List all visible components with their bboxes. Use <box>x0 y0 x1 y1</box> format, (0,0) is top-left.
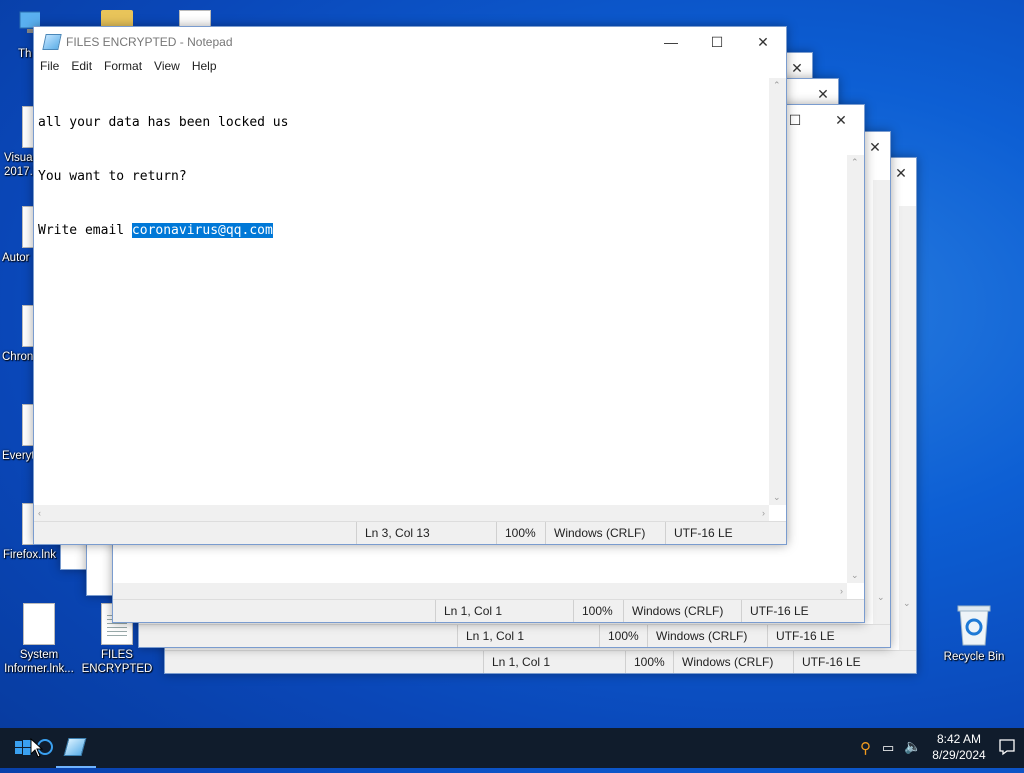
desktop-icon-label: Everyt <box>2 450 34 462</box>
desktop-icon-label: System Informer.lnk... <box>4 649 74 675</box>
text-line-3: Write email coronavirus@qq.com <box>38 222 769 240</box>
scroll-up-arrow-icon[interactable]: ⌃ <box>773 80 781 91</box>
status-eol: Windows (CRLF) <box>623 600 723 622</box>
mouse-cursor-icon <box>30 738 44 758</box>
selected-email: coronavirus@qq.com <box>131 223 273 238</box>
status-bar: Ln 1, Col 1 100% Windows (CRLF) UTF-16 L… <box>113 599 864 622</box>
vertical-scrollbar[interactable]: ⌄ <box>899 206 916 651</box>
volume-muted-icon[interactable]: 🔈 <box>904 738 921 755</box>
network-icon[interactable]: ▭ <box>882 740 894 756</box>
close-button[interactable]: ✕ <box>740 27 786 57</box>
scroll-down-arrow-icon[interactable]: ⌄ <box>773 492 781 503</box>
system-tray: ⚲ ▭ 🔈 8:42 AM 8/29/2024 <box>824 728 1024 768</box>
text-line-1: all your data has been locked us <box>38 115 289 130</box>
action-center-icon <box>999 739 1015 756</box>
close-icon: ✕ <box>895 164 907 181</box>
status-encoding: UTF-16 LE <box>767 625 835 647</box>
desktop-icon-label: Autor <box>2 252 30 264</box>
status-position: Ln 3, Col 13 <box>356 522 430 544</box>
vertical-scrollbar[interactable]: ⌄ <box>873 180 890 625</box>
notepad-window-active[interactable]: FILES ENCRYPTED - Notepad — ☐ ✕ File Edi… <box>33 26 787 545</box>
status-encoding: UTF-16 LE <box>741 600 809 622</box>
scroll-left-arrow-icon[interactable]: ‹ <box>38 508 41 518</box>
status-zoom: 100% <box>573 600 613 622</box>
process-hacker-icon[interactable]: ⚲ <box>860 739 871 757</box>
file-icon <box>23 603 55 645</box>
maximize-button[interactable]: ☐ <box>694 27 740 57</box>
close-icon: ✕ <box>817 85 829 102</box>
close-icon: ✕ <box>791 59 803 76</box>
status-position: Ln 1, Col 1 <box>435 600 502 622</box>
close-icon: ✕ <box>757 33 769 50</box>
status-bar: Ln 1, Col 1 100% Windows (CRLF) UTF-16 L… <box>165 650 916 673</box>
status-eol: Windows (CRLF) <box>673 651 773 673</box>
status-bar: Ln 1, Col 1 100% Windows (CRLF) UTF-16 L… <box>139 624 890 647</box>
vertical-scrollbar[interactable]: ⌃ ⌄ <box>847 155 864 583</box>
status-bar: Ln 3, Col 13 100% Windows (CRLF) UTF-16 … <box>34 521 786 544</box>
taskbar-notepad-button[interactable] <box>56 728 96 768</box>
notepad-icon <box>63 738 87 756</box>
title-bar[interactable]: FILES ENCRYPTED - Notepad — ☐ ✕ <box>34 27 786 57</box>
horizontal-scrollbar[interactable]: ‹ › <box>34 505 769 522</box>
desktop-icon-label: Recycle Bin <box>943 651 1005 663</box>
maximize-icon: ☐ <box>788 111 802 128</box>
desktop-icon-label: Visua 2017.l <box>4 152 34 178</box>
status-zoom: 100% <box>599 625 639 647</box>
text-line-2: You want to return? <box>38 169 187 184</box>
status-eol: Windows (CRLF) <box>647 625 747 647</box>
scroll-down-arrow-icon[interactable]: ⌄ <box>851 570 859 581</box>
text-editor[interactable]: all your data has been locked us You wan… <box>34 78 769 505</box>
menu-bar: File Edit Format View Help <box>34 57 786 76</box>
status-position: Ln 1, Col 1 <box>457 625 524 647</box>
maximize-icon: ☐ <box>710 33 724 50</box>
desktop-icon-everything[interactable]: Everyt <box>0 404 34 463</box>
desktop-icon-label: Firefox.lnk <box>3 549 57 561</box>
desktop-icon-label: FILES ENCRYPTED <box>81 649 153 675</box>
close-icon: ✕ <box>835 111 847 128</box>
status-zoom: 100% <box>625 651 665 673</box>
status-position: Ln 1, Col 1 <box>483 651 550 673</box>
menu-edit[interactable]: Edit <box>69 57 98 76</box>
status-eol: Windows (CRLF) <box>545 522 645 544</box>
desktop-icon-label: Chron <box>2 351 34 363</box>
minimize-button[interactable]: — <box>648 27 694 57</box>
desktop-icon-autoruns[interactable]: Autor <box>0 206 34 265</box>
text-line-3-prefix: Write email <box>38 223 132 238</box>
action-center-button[interactable] <box>998 738 1016 756</box>
clock-time: 8:42 AM <box>936 732 982 746</box>
scroll-down-arrow-icon[interactable]: ⌄ <box>877 592 885 603</box>
close-button[interactable]: ✕ <box>818 105 864 135</box>
minimize-icon: — <box>664 34 678 50</box>
horizontal-scrollbar[interactable]: › <box>113 583 847 600</box>
menu-format[interactable]: Format <box>102 57 148 76</box>
desktop-icon-system-informer[interactable]: System Informer.lnk... <box>2 603 76 676</box>
scroll-up-arrow-icon[interactable]: ⌃ <box>851 157 859 168</box>
scroll-right-arrow-icon[interactable]: › <box>762 508 765 518</box>
menu-view[interactable]: View <box>152 57 186 76</box>
status-encoding: UTF-16 LE <box>793 651 861 673</box>
clock[interactable]: 8:42 AM 8/29/2024 <box>924 731 994 763</box>
recycle-bin-icon <box>957 605 991 646</box>
menu-help[interactable]: Help <box>190 57 223 76</box>
vertical-scrollbar[interactable]: ⌃ ⌄ <box>769 78 786 505</box>
status-encoding: UTF-16 LE <box>665 522 733 544</box>
clock-date: 8/29/2024 <box>932 748 986 762</box>
scroll-down-arrow-icon[interactable]: ⌄ <box>903 598 911 609</box>
desktop-icon-recycle-bin[interactable]: Recycle Bin <box>937 603 1011 664</box>
scroll-right-arrow-icon[interactable]: › <box>840 586 843 596</box>
status-zoom: 100% <box>496 522 536 544</box>
notepad-icon <box>42 34 62 50</box>
taskbar: ⚲ ▭ 🔈 8:42 AM 8/29/2024 <box>0 728 1024 768</box>
menu-file[interactable]: File <box>38 57 65 76</box>
window-title: FILES ENCRYPTED - Notepad <box>66 35 233 49</box>
desktop-icon-chrome[interactable]: Chron <box>0 305 34 364</box>
close-icon: ✕ <box>869 138 881 155</box>
desktop-icon-visual-studio[interactable]: Visua 2017.l <box>0 106 34 179</box>
